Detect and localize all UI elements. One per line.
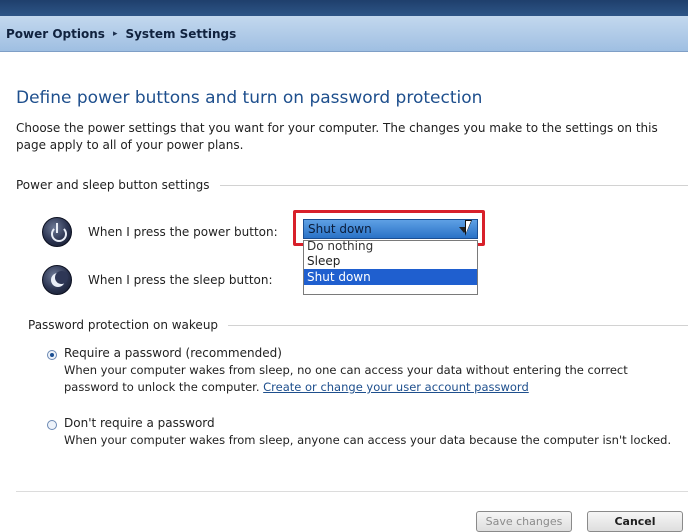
- change-password-link[interactable]: Create or change your user account passw…: [263, 380, 529, 394]
- require-password-label[interactable]: Require a password (recommended): [64, 346, 282, 360]
- page-description: Choose the power settings that you want …: [16, 121, 658, 152]
- mouse-cursor-icon: [465, 220, 472, 236]
- breadcrumb-item-system-settings[interactable]: System Settings: [125, 27, 236, 41]
- require-password-radio[interactable]: [47, 350, 57, 360]
- dropdown-option-do-nothing[interactable]: Do nothing: [304, 241, 477, 253]
- window-frame-top: [0, 0, 688, 16]
- save-changes-button[interactable]: Save changes: [476, 511, 572, 532]
- power-action-dropdown-list: Do nothing Sleep Shut down: [303, 240, 478, 295]
- dont-require-password-label[interactable]: Don't require a password: [64, 416, 215, 430]
- power-section-heading: Power and sleep button settings: [16, 178, 688, 192]
- password-section-heading-text: Password protection on wakeup: [28, 318, 219, 332]
- page-title: Define power buttons and turn on passwor…: [16, 88, 483, 108]
- cancel-button[interactable]: Cancel: [587, 511, 683, 532]
- sleep-moon-icon: [42, 265, 72, 295]
- power-section-heading-text: Power and sleep button settings: [16, 178, 210, 192]
- sleep-button-label: When I press the sleep button:: [88, 273, 273, 287]
- power-icon: [42, 217, 72, 247]
- breadcrumb-separator-icon: ▸: [112, 28, 118, 39]
- breadcrumb: Power Options ▸ System Settings: [0, 16, 688, 52]
- password-section-heading: Password protection on wakeup: [28, 318, 688, 332]
- power-button-selected-value: Shut down: [308, 222, 372, 236]
- breadcrumb-item-power-options[interactable]: Power Options: [6, 27, 105, 41]
- power-button-row: When I press the power button:: [42, 217, 278, 247]
- dont-require-password-radio[interactable]: [47, 420, 57, 430]
- sleep-button-row: When I press the sleep button:: [42, 265, 273, 295]
- power-button-action-select[interactable]: Shut down: [303, 219, 478, 239]
- section-divider: [228, 324, 688, 326]
- dropdown-option-sleep[interactable]: Sleep: [304, 253, 477, 269]
- power-button-label: When I press the power button:: [88, 225, 278, 239]
- dropdown-option-shut-down[interactable]: Shut down: [304, 269, 477, 285]
- section-divider: [219, 184, 688, 186]
- footer-divider: [16, 491, 688, 492]
- require-password-description: When your computer wakes from sleep, no …: [64, 362, 684, 396]
- dont-require-password-description: When your computer wakes from sleep, any…: [64, 433, 672, 447]
